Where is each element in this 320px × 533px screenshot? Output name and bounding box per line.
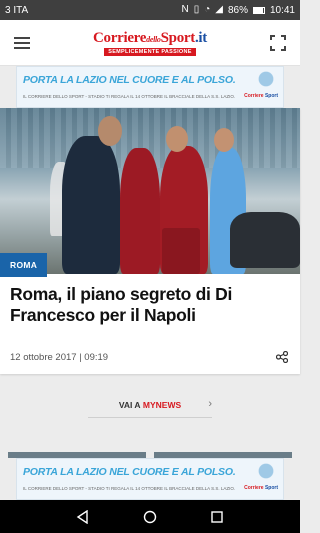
- home-icon[interactable]: [141, 508, 159, 526]
- back-icon[interactable]: [74, 508, 92, 526]
- ad-banner-top[interactable]: PORTA LA LAZIO NEL CUORE E AL POLSO. IL …: [16, 66, 284, 108]
- carrier-label: 3 ITA: [5, 4, 29, 16]
- ad-logo-b: Sport: [264, 93, 278, 99]
- ad-logo: Corriere Sport: [244, 93, 278, 99]
- logo-name: Corriere: [93, 29, 147, 46]
- article-card[interactable]: ROMA Roma, il piano segreto di Di France…: [0, 108, 300, 374]
- mynews-highlight: MYNEWS: [142, 399, 182, 410]
- article-title[interactable]: Roma, il piano segreto di Di Francesco p…: [10, 284, 290, 326]
- share-icon[interactable]: [276, 351, 288, 363]
- ad-logo-a: Corriere: [244, 93, 264, 99]
- logo-suffix: .it: [194, 29, 207, 46]
- article-photo[interactable]: [0, 108, 300, 274]
- ad-headline: PORTA LA LAZIO NEL CUORE E AL POLSO.: [23, 74, 236, 86]
- article-date: 12 ottobre 2017 | 09:19: [10, 352, 109, 363]
- logo-tagline: SEMPLICEMENTE PASSIONE: [104, 47, 196, 56]
- wifi-icon: ◔: [204, 4, 211, 15]
- category-badge[interactable]: ROMA: [0, 253, 48, 277]
- menu-icon[interactable]: [14, 36, 30, 49]
- nfc-icon: N: [181, 4, 189, 15]
- signal-icon: ◢: [215, 4, 223, 15]
- ad-logo-b: Sport: [264, 485, 278, 491]
- ad-logo-bottom: Corriere Sport: [244, 485, 278, 491]
- system-nav-bar: [0, 500, 300, 533]
- recents-icon[interactable]: [208, 508, 226, 526]
- status-bar: 3 ITA N ▯ ◔ ◢ 86% 10:41: [0, 0, 300, 20]
- logo-name2: Sport: [160, 29, 196, 46]
- app-logo[interactable]: CorrieredelloSport.it SEMPLICEMENTE PASS…: [93, 30, 207, 56]
- fullscreen-icon[interactable]: [269, 34, 286, 51]
- ad-fine-print: IL CORRIERE DELLO SPORT - STADIO TI REGA…: [23, 94, 236, 99]
- lazio-eagle-icon: [255, 462, 277, 482]
- lazio-eagle-icon: [255, 70, 277, 90]
- clock: 10:41: [269, 4, 295, 16]
- ad-banner-bottom[interactable]: PORTA LA LAZIO NEL CUORE E AL POLSO. IL …: [16, 458, 284, 500]
- ad-headline-bottom: PORTA LA LAZIO NEL CUORE E AL POLSO.: [23, 466, 236, 478]
- vibrate-icon: ▯: [193, 4, 200, 15]
- battery-icon: [252, 6, 265, 14]
- app-bar: CorrieredelloSport.it SEMPLICEMENTE PASS…: [0, 20, 300, 66]
- chevron-right-icon: ›: [208, 398, 212, 410]
- mynews-link[interactable]: VAI A MYNEWS ›: [88, 392, 212, 418]
- mynews-prefix: VAI A: [118, 399, 141, 410]
- battery-percent: 86%: [227, 4, 248, 16]
- ad-fine-print-bottom: IL CORRIERE DELLO SPORT - STADIO TI REGA…: [23, 486, 236, 491]
- logo-small: dello: [146, 34, 161, 44]
- ad-logo-a: Corriere: [244, 485, 264, 491]
